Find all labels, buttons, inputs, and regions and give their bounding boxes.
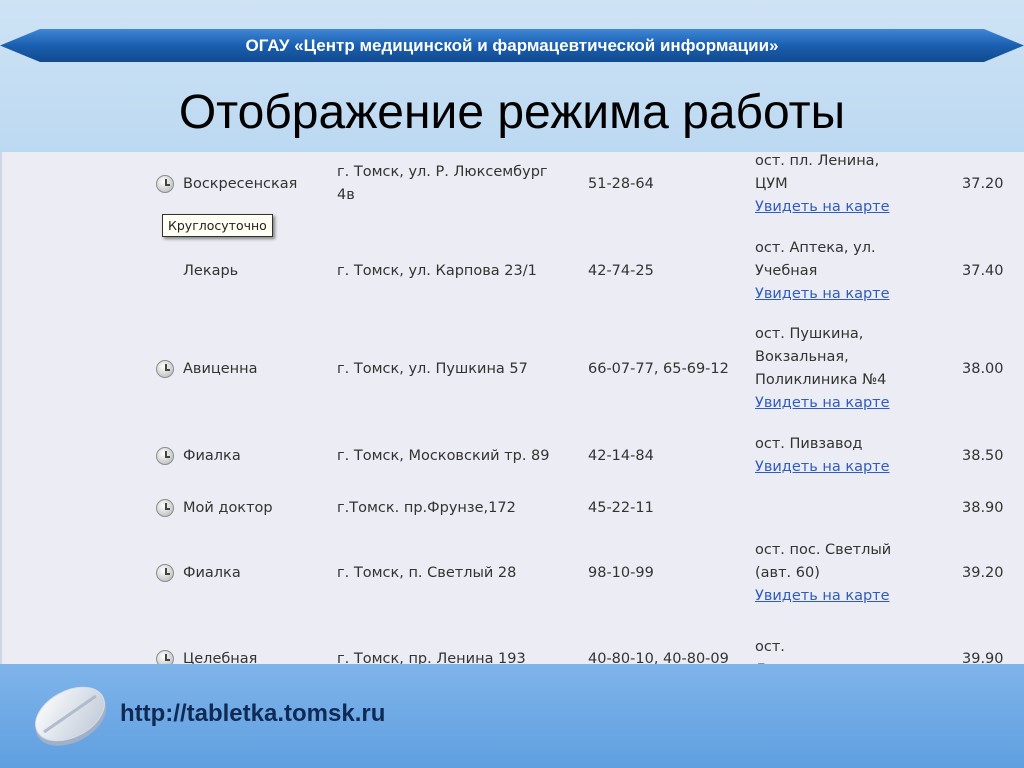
pharmacy-name: Целебная [183,650,258,665]
pharmacy-table: Воскресенская г. Томск, ул. Р. Люксембург… [0,152,1024,664]
transport-stop: Вокзальная, [755,349,849,365]
pharmacy-name: Мой доктор [183,499,273,516]
clock-icon[interactable] [156,499,174,517]
pharmacy-address: г. Томск, п. Светлый 28 [337,564,517,581]
pharmacy-name: Фиалка [183,447,241,464]
pharmacy-phone: 66-07-77, 65-69-12 [588,360,729,377]
pill-icon [35,686,107,746]
price-value: 39.90 [962,650,1004,665]
pharmacy-address: г. Томск, ул. Пушкина 57 [337,360,528,377]
transport-stop: Поликлиника №4 [755,372,887,388]
pharmacy-name: Авиценна [183,360,258,377]
transport-stop: ост. Пивзавод [755,436,863,452]
transport-stop: ост. пос. Светлый [755,541,892,558]
price-value: 37.20 [962,175,1004,192]
price-value: 38.00 [962,360,1004,377]
pharmacy-phone: 42-14-84 [588,447,654,464]
price-value: 38.90 [962,499,1004,516]
transport-stop: ЦУМ [755,175,788,192]
website-url[interactable]: http://tabletka.tomsk.ru [120,700,385,728]
organization-name: ОГАУ «Центр медицинской и фармацевтическ… [245,36,779,55]
pharmacy-address: 4в [337,187,355,203]
clock-icon[interactable] [156,175,174,193]
pharmacy-phone: 40-80-10, 40-80-09 [588,650,729,665]
see-on-map-link[interactable]: Увидеть на карте [755,196,890,219]
transport-stop: Учебная [755,262,818,279]
see-on-map-link[interactable]: Увидеть на карте [755,456,890,479]
transport-stop: (авт. 60) [755,564,820,581]
pharmacy-address: г. Томск, Московский тр. 89 [337,447,550,464]
see-on-map-link[interactable]: Увидеть на карте [755,585,890,608]
pharmacy-phone: 42-74-25 [588,262,654,279]
transport-stop: ост. Пушкина, [755,326,864,342]
slide-title: Отображение режима работы [178,86,846,139]
clock-icon[interactable] [156,564,174,582]
transport-stop: ост. пл. Ленина, [755,152,880,169]
price-value: 39.20 [962,564,1004,581]
transport-stop: ост. Аптека, ул. [755,239,876,256]
clock-icon[interactable] [156,447,174,465]
pharmacy-phone: 98-10-99 [588,564,654,581]
pharmacy-address: г. Томск, ул. Карпова 23/1 [337,262,537,279]
clock-icon[interactable] [156,360,174,378]
pharmacy-phone: 51-28-64 [588,175,654,192]
slide-header-area: ОГАУ «Центр медицинской и фармацевтическ… [0,0,1024,152]
pharmacy-address: г. Томск, ул. Р. Люксембург [337,164,548,180]
opening-hours-tooltip: Круглосуточно [162,214,273,237]
see-on-map-link[interactable]: Увидеть на карте [755,392,890,415]
price-value: 37.40 [962,262,1004,279]
pharmacy-phone: 45-22-11 [588,499,654,516]
pharmacy-name: Фиалка [183,564,241,581]
see-on-map-link[interactable]: Увидеть на карте [755,283,890,306]
price-value: 38.50 [962,447,1004,464]
organization-banner: ОГАУ «Центр медицинской и фармацевтическ… [0,29,1024,62]
pharmacy-name: Лекарь [183,262,239,279]
transport-stop: ост. [755,639,785,655]
pharmacy-name: Воскресенская [183,175,298,192]
pharmacy-address: г.Томск. пр.Фрунзе,172 [337,499,516,516]
pharmacy-address: г. Томск, пр. Ленина 193 [337,650,526,665]
clock-icon[interactable] [156,650,174,664]
